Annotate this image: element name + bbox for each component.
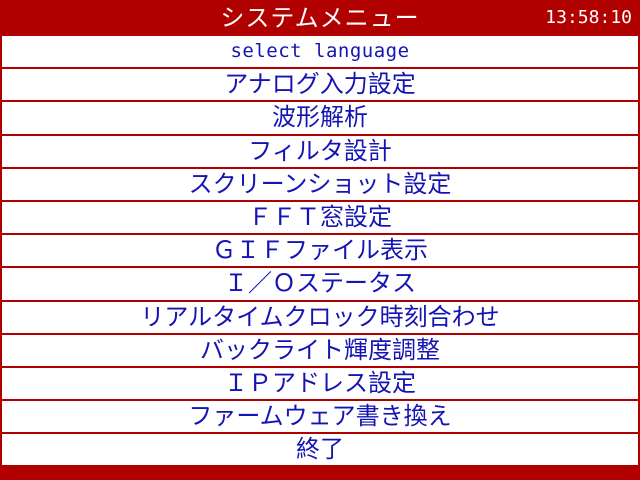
menu-item-filter-design[interactable]: フィルタ設計 <box>2 133 638 167</box>
menu-item-firmware-update[interactable]: ファームウェア書き換え <box>2 399 638 433</box>
menu-item-fft-window-settings[interactable]: ＦＦＴ窓設定 <box>2 199 638 234</box>
system-menu: select language アナログ入力設定 波形解析 フィルタ設計 スクリ… <box>0 36 640 480</box>
menu-item-exit[interactable]: 終了 <box>2 432 638 466</box>
menu-item-screenshot-settings[interactable]: スクリーンショット設定 <box>2 166 638 200</box>
menu-item-gif-file-viewer[interactable]: ＧＩＦファイル表示 <box>2 233 638 267</box>
menu-item-select-language[interactable]: select language <box>2 36 638 68</box>
menu-item-rtc-time-set[interactable]: リアルタイムクロック時刻合わせ <box>2 299 638 333</box>
clock-display: 13:58:10 <box>545 7 632 28</box>
title-bar: システムメニュー 13:58:10 <box>0 0 640 36</box>
menu-item-analog-input-settings[interactable]: アナログ入力設定 <box>2 67 638 101</box>
menu-item-ip-address-settings[interactable]: ＩＰアドレス設定 <box>2 365 638 400</box>
menu-item-waveform-analysis[interactable]: 波形解析 <box>2 100 638 134</box>
menu-item-io-status[interactable]: Ｉ／Ｏステータス <box>2 266 638 300</box>
menu-item-backlight-brightness[interactable]: バックライト輝度調整 <box>2 332 638 366</box>
window-title: システムメニュー <box>220 4 420 32</box>
